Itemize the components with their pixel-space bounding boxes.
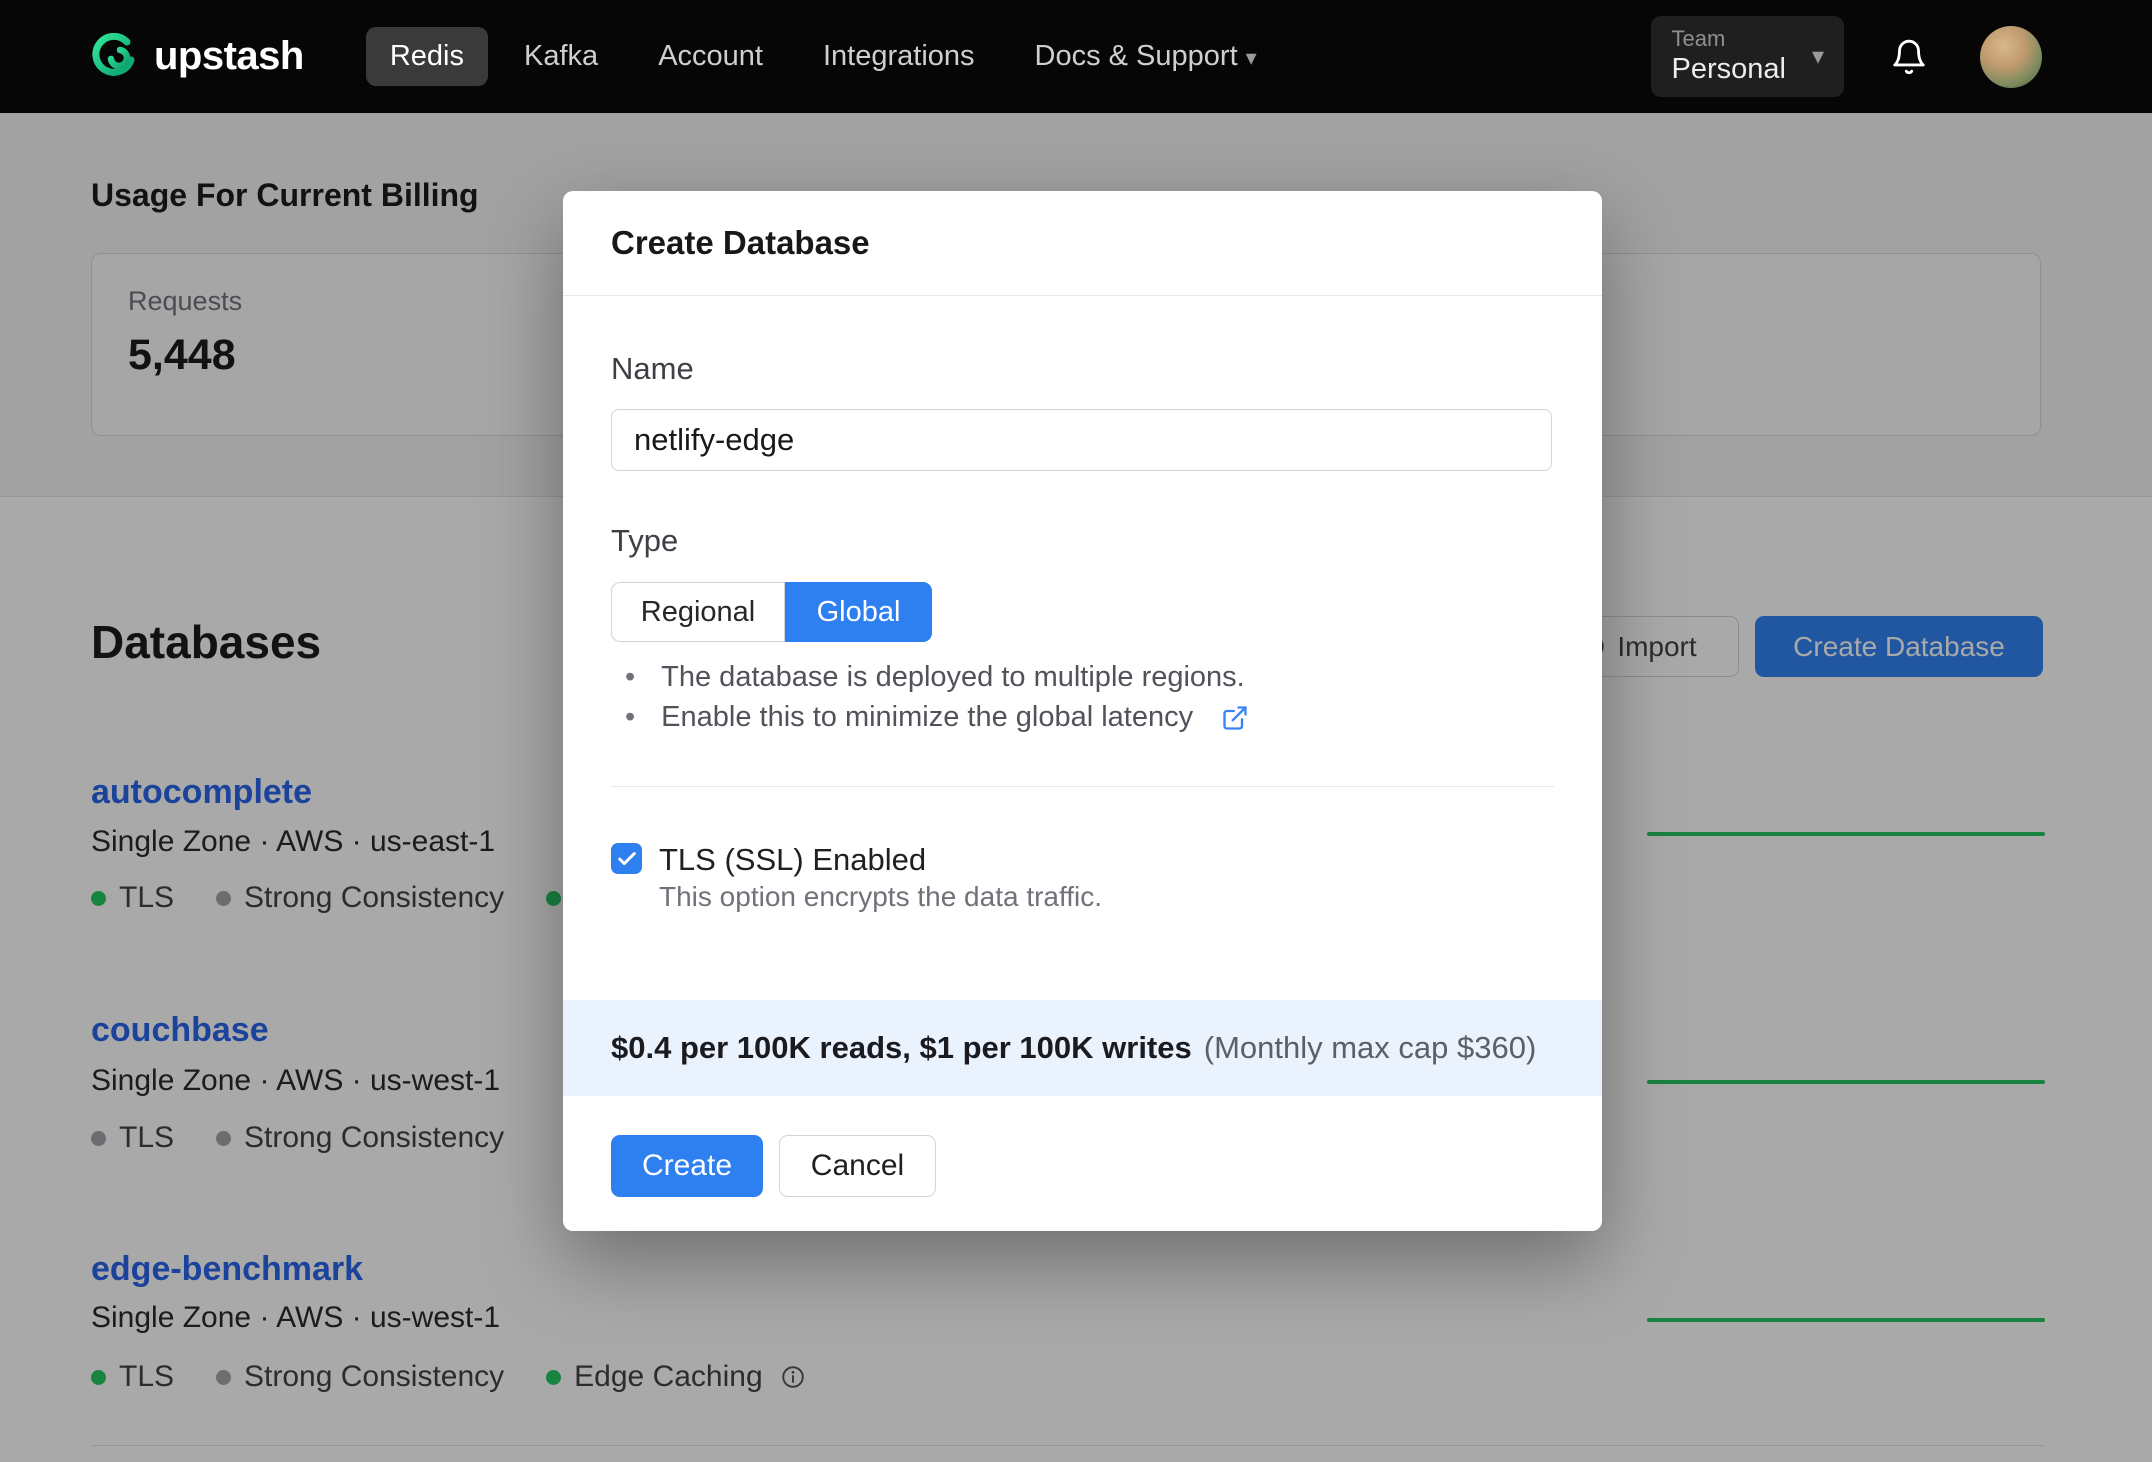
- nav-item-kafka[interactable]: Kafka: [500, 27, 622, 86]
- top-nav: upstash Redis Kafka Account Integrations…: [0, 0, 2152, 113]
- nav-item-docs-support[interactable]: Docs & Support ▾: [1011, 27, 1281, 86]
- team-selector-label: Team: [1671, 25, 1726, 51]
- brand-name: upstash: [154, 34, 304, 78]
- user-avatar[interactable]: [1980, 25, 2042, 88]
- database-name-input[interactable]: [611, 409, 1552, 471]
- type-option-global[interactable]: Global: [785, 582, 932, 642]
- type-segmented-control: Regional Global: [611, 582, 932, 642]
- type-label: Type: [611, 523, 679, 558]
- nav-links: Redis Kafka Account Integrations Docs & …: [365, 27, 1281, 86]
- bullet-dot: •: [625, 701, 636, 733]
- tls-checkbox[interactable]: [611, 843, 642, 874]
- tls-label[interactable]: TLS (SSL) Enabled: [659, 842, 926, 878]
- upstash-logo-icon: [90, 32, 138, 81]
- tls-help-text: This option encrypts the data traffic.: [659, 881, 1103, 912]
- bullet-dot: •: [625, 661, 636, 693]
- nav-item-integrations[interactable]: Integrations: [799, 27, 999, 86]
- type-bullet-1: • The database is deployed to multiple r…: [625, 661, 1245, 694]
- notifications-bell-icon[interactable]: [1890, 38, 1928, 76]
- app-screen: upstash Redis Kafka Account Integrations…: [0, 0, 2152, 1462]
- create-button[interactable]: Create: [611, 1135, 763, 1197]
- nav-item-docs-support-label: Docs & Support: [1034, 40, 1238, 72]
- cancel-button[interactable]: Cancel: [779, 1135, 936, 1197]
- name-label: Name: [611, 351, 694, 386]
- modal-divider: [611, 786, 1554, 787]
- type-bullet-2: • Enable this to minimize the global lat…: [625, 701, 1249, 734]
- modal-title: Create Database: [611, 224, 870, 261]
- nav-item-account[interactable]: Account: [634, 27, 787, 86]
- pricing-band: $0.4 per 100K reads, $1 per 100K writes …: [563, 1000, 1602, 1096]
- nav-item-redis[interactable]: Redis: [365, 27, 489, 86]
- type-option-regional[interactable]: Regional: [611, 582, 785, 642]
- create-database-modal: Create Database Name Type Regional Globa…: [563, 191, 1602, 1231]
- bullet-text: The database is deployed to multiple reg…: [661, 661, 1245, 693]
- brand[interactable]: upstash: [90, 32, 304, 81]
- team-selector[interactable]: Team Personal ▾: [1651, 15, 1844, 98]
- bullet-text: Enable this to minimize the global laten…: [661, 701, 1194, 733]
- pricing-note: (Monthly max cap $360): [1203, 1030, 1537, 1065]
- team-selector-value: Personal: [1671, 53, 1786, 86]
- chevron-down-icon: ▾: [1811, 43, 1824, 70]
- modal-header: Create Database: [563, 191, 1602, 296]
- external-link-icon[interactable]: [1221, 704, 1249, 732]
- chevron-down-icon: ▾: [1245, 45, 1257, 70]
- pricing-main: $0.4 per 100K reads, $1 per 100K writes: [611, 1030, 1192, 1065]
